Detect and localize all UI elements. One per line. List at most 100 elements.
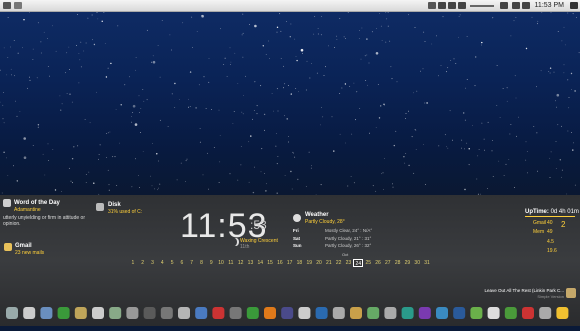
calendar-day[interactable]: 18: [295, 259, 305, 267]
dock-app-icon[interactable]: [57, 307, 70, 319]
calendar-day[interactable]: 16: [275, 259, 285, 267]
calendar-day[interactable]: 24: [353, 259, 364, 267]
calendar-day[interactable]: 10: [216, 259, 226, 267]
star: [284, 175, 286, 176]
album-art[interactable]: [566, 288, 576, 298]
calendar-day[interactable]: 26: [373, 259, 383, 267]
dock-app-icon[interactable]: [418, 307, 431, 319]
calendar-day[interactable]: 22: [334, 259, 344, 267]
star: [3, 122, 5, 124]
calendar-day[interactable]: 28: [393, 259, 403, 267]
star: [59, 95, 61, 97]
calendar-day[interactable]: 17: [285, 259, 295, 267]
dock-app-icon[interactable]: [298, 307, 311, 319]
calendar-day[interactable]: 11: [226, 259, 236, 267]
calendar-day[interactable]: 19: [304, 259, 314, 267]
dock-app-icon[interactable]: [40, 307, 53, 319]
dock-app-icon[interactable]: [212, 307, 225, 319]
media-play-icon[interactable]: [448, 2, 456, 9]
battery-icon[interactable]: [512, 2, 520, 9]
calendar-day[interactable]: 21: [324, 259, 334, 267]
menu-icon[interactable]: [3, 2, 11, 9]
star: [268, 40, 269, 42]
dock-app-icon[interactable]: [436, 307, 448, 319]
dock-app-icon[interactable]: [332, 307, 345, 319]
window-icon[interactable]: [14, 2, 22, 9]
gmail-title: Gmail: [15, 243, 32, 249]
word-of-day-word[interactable]: Adamantine: [14, 207, 41, 213]
dock-app-icon[interactable]: [453, 307, 466, 319]
flag-icon[interactable]: [522, 2, 530, 9]
dock-app-icon[interactable]: [74, 307, 87, 319]
calendar-day[interactable]: 1: [128, 259, 138, 267]
dock-app-icon[interactable]: [92, 307, 104, 319]
dock-app-icon[interactable]: [522, 307, 534, 319]
calendar-day[interactable]: 13: [246, 259, 256, 267]
calendar-day[interactable]: 6: [177, 259, 187, 267]
search-icon[interactable]: [570, 2, 578, 9]
calendar-day[interactable]: 25: [363, 259, 373, 267]
calendar-day[interactable]: 3: [148, 259, 158, 267]
dock-app-icon[interactable]: [6, 307, 18, 319]
star: [531, 16, 533, 18]
star: [431, 43, 433, 45]
star: [567, 130, 569, 132]
calendar-day[interactable]: 12: [236, 259, 246, 267]
dock-app-icon[interactable]: [556, 307, 569, 319]
star: [317, 33, 319, 35]
dock-app-icon[interactable]: [246, 307, 259, 319]
dock-app-icon[interactable]: [160, 307, 173, 319]
star: [203, 76, 205, 78]
calendar-day[interactable]: 20: [314, 259, 324, 267]
network-icon[interactable]: [500, 2, 508, 9]
calendar-day[interactable]: 5: [167, 259, 177, 267]
gmail-count[interactable]: 23 new mails: [15, 250, 44, 256]
star: [71, 101, 73, 103]
dock-app-icon[interactable]: [384, 307, 397, 319]
star: [60, 109, 62, 111]
star: [232, 123, 234, 124]
star: [17, 52, 19, 54]
dock-app-icon[interactable]: [143, 307, 156, 319]
star: [426, 102, 428, 104]
calendar-day[interactable]: 23: [344, 259, 354, 267]
star: [483, 138, 485, 140]
dock-app-icon[interactable]: [367, 307, 380, 319]
volume-icon[interactable]: [458, 2, 466, 9]
star: [151, 185, 153, 187]
star: [42, 153, 44, 155]
calendar-day[interactable]: 9: [206, 259, 216, 267]
calendar-day[interactable]: 30: [412, 259, 422, 267]
dock-app-icon[interactable]: [126, 307, 139, 319]
media-prev-icon[interactable]: [438, 2, 446, 9]
calendar-day[interactable]: 29: [403, 259, 413, 267]
dock-app-icon[interactable]: [487, 307, 500, 319]
dock-app-icon[interactable]: [109, 307, 122, 319]
calendar-day[interactable]: 4: [157, 259, 167, 267]
calendar-day[interactable]: 15: [265, 259, 275, 267]
dock-app-icon[interactable]: [401, 307, 414, 319]
dock-app-icon[interactable]: [281, 307, 294, 319]
dock-app-icon[interactable]: [470, 307, 483, 319]
star: [573, 142, 574, 144]
dock-app-icon[interactable]: [23, 307, 36, 319]
dock-app-icon[interactable]: [539, 307, 552, 319]
calendar-day[interactable]: 27: [383, 259, 393, 267]
calendar-day[interactable]: 14: [255, 259, 265, 267]
star: [536, 132, 538, 134]
dock-app-icon[interactable]: [504, 307, 517, 319]
dock-app-icon[interactable]: [229, 307, 242, 319]
calendar-day[interactable]: 2: [138, 259, 148, 267]
dock-app-icon[interactable]: [178, 307, 190, 319]
menubar-clock[interactable]: 11:53 PM: [535, 0, 564, 11]
uptime-value: 0d 4h 01m: [550, 209, 579, 215]
calendar-day[interactable]: 8: [197, 259, 207, 267]
dock-app-icon[interactable]: [350, 307, 362, 319]
dock-app-icon[interactable]: [195, 307, 208, 319]
volume-slider[interactable]: [470, 5, 494, 7]
calendar-day[interactable]: 31: [422, 259, 432, 267]
calendar-day[interactable]: 7: [187, 259, 197, 267]
app-icon[interactable]: [428, 2, 436, 9]
dock-app-icon[interactable]: [264, 307, 276, 319]
dock-app-icon[interactable]: [315, 307, 328, 319]
